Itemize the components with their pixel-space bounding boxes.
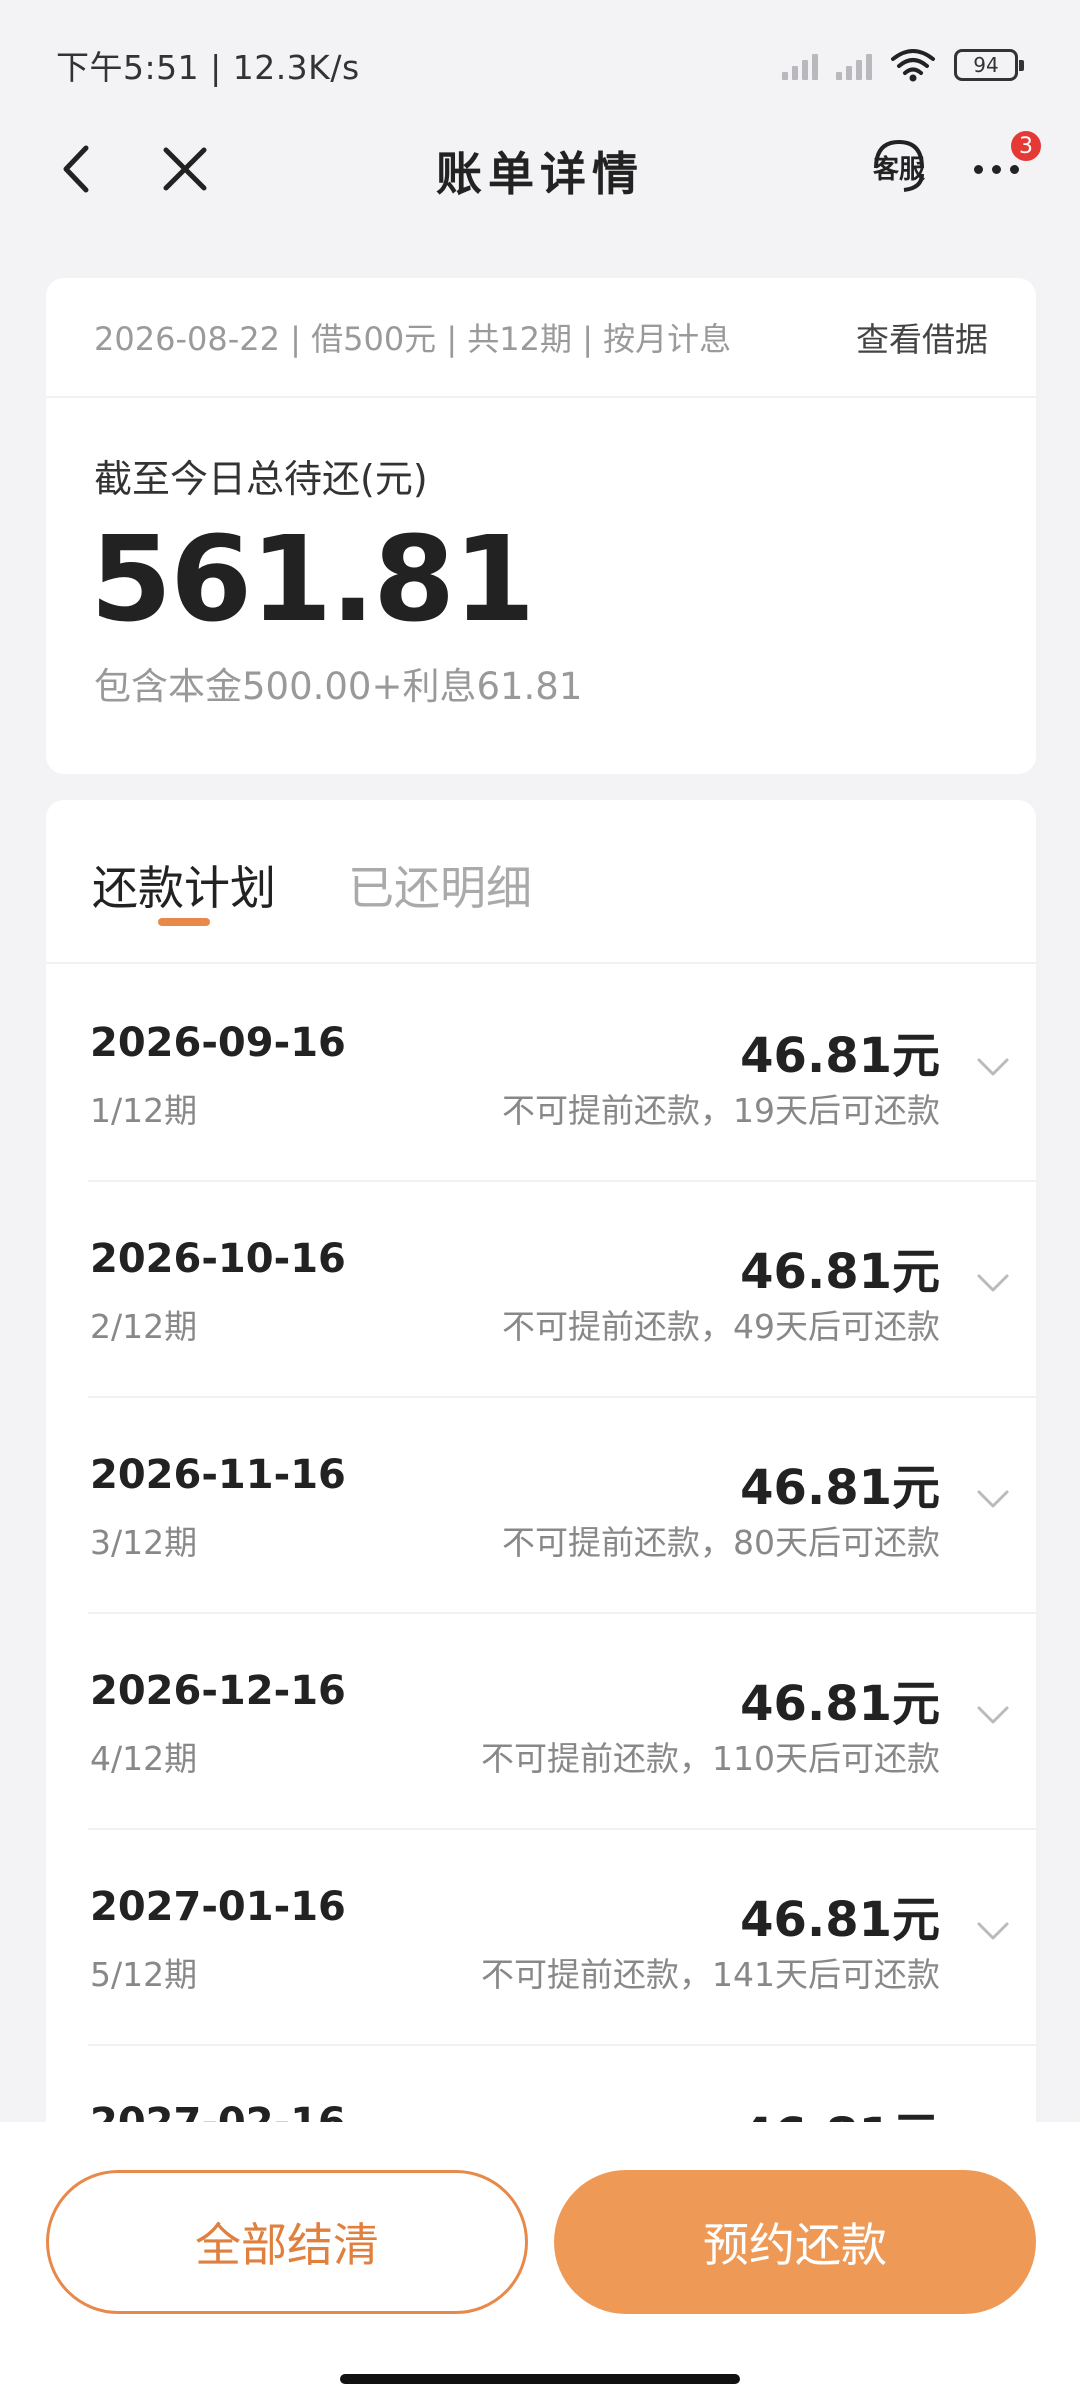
repay-note: 不可提前还款，80天后可还款 [502, 1523, 940, 1562]
due-date: 2027-01-16 [90, 1884, 346, 1930]
settle-all-button[interactable]: 全部结清 [46, 2170, 528, 2314]
total-due-amount: 561.81 [90, 510, 535, 648]
due-date: 2026-11-16 [90, 1452, 346, 1498]
loan-info: 2026-08-22 | 借500元 | 共12期 | 按月计息 [94, 320, 732, 358]
repay-note: 不可提前还款，141天后可还款 [481, 1955, 940, 1994]
home-indicator[interactable] [340, 2374, 740, 2384]
period: 4/12期 [90, 1739, 198, 1778]
tab-paid-details[interactable]: 已还明细 [348, 852, 532, 918]
due-date: 2026-10-16 [90, 1236, 346, 1282]
chevron-down-icon[interactable] [976, 1920, 1010, 1942]
loan-info-row: 2026-08-22 | 借500元 | 共12期 | 按月计息 查看借据 [46, 278, 1036, 398]
active-tab-indicator [158, 918, 210, 926]
plan-row[interactable]: 2026-09-16 1/12期 46.81元 不可提前还款，19天后可还款 [88, 966, 1036, 1182]
status-icons: 94 [782, 48, 1024, 82]
repay-note: 不可提前还款，49天后可还款 [502, 1307, 940, 1346]
period: 2/12期 [90, 1307, 198, 1346]
schedule-repayment-button[interactable]: 预约还款 [554, 2170, 1036, 2314]
period: 3/12期 [90, 1523, 198, 1562]
view-contract-link[interactable]: 查看借据 [856, 313, 988, 361]
tab-bar: 还款计划 已还明细 [46, 800, 1036, 964]
installment-amount: 46.81元 [740, 1676, 940, 1732]
signal-1-icon [782, 50, 818, 80]
chevron-down-icon[interactable] [976, 1272, 1010, 1294]
bottom-action-bar: 全部结清 预约还款 [0, 2122, 1080, 2400]
nav-bar: 账单详情 客服 [0, 118, 1080, 222]
plan-row[interactable]: 2026-10-16 2/12期 46.81元 不可提前还款，49天后可还款 [88, 1182, 1036, 1398]
chevron-down-icon[interactable] [976, 1488, 1010, 1510]
status-time-speed: 下午5:51 | 12.3K/s [56, 48, 360, 87]
chevron-down-icon[interactable] [976, 1056, 1010, 1078]
dot-icon [991, 164, 1001, 174]
due-date: 2026-12-16 [90, 1668, 346, 1714]
total-breakdown: 包含本金500.00+利息61.81 [94, 665, 583, 708]
installment-amount: 46.81元 [740, 1892, 940, 1948]
period: 1/12期 [90, 1091, 198, 1130]
bill-detail-screen: 下午5:51 | 12.3K/s 94 账单详情 客服 3 2026-08-22… [0, 0, 1080, 2400]
period: 5/12期 [90, 1955, 198, 1994]
customer-service-button[interactable]: 客服 [864, 132, 934, 202]
installment-amount: 46.81元 [740, 1460, 940, 1516]
dot-icon [973, 164, 983, 174]
signal-2-icon [836, 50, 872, 80]
repay-note: 不可提前还款，110天后可还款 [481, 1739, 940, 1778]
plan-row[interactable]: 2026-11-16 3/12期 46.81元 不可提前还款，80天后可还款 [88, 1398, 1036, 1614]
installment-amount: 46.81元 [740, 1244, 940, 1300]
tab-repayment-plan[interactable]: 还款计划 [92, 852, 276, 918]
summary-card: 2026-08-22 | 借500元 | 共12期 | 按月计息 查看借据 截至… [46, 278, 1036, 774]
battery-icon: 94 [954, 49, 1024, 81]
customer-service-label: 客服 [872, 154, 925, 185]
due-date: 2026-09-16 [90, 1020, 346, 1066]
total-due-label: 截至今日总待还(元) [94, 457, 428, 501]
chevron-down-icon[interactable] [976, 1704, 1010, 1726]
plan-row[interactable]: 2026-12-16 4/12期 46.81元 不可提前还款，110天后可还款 [88, 1614, 1036, 1830]
dot-icon [1009, 164, 1019, 174]
installment-amount: 46.81元 [740, 1028, 940, 1084]
notification-badge: 3 [1008, 128, 1044, 164]
repay-note: 不可提前还款，19天后可还款 [502, 1091, 940, 1130]
status-bar: 下午5:51 | 12.3K/s 94 [0, 0, 1080, 130]
wifi-icon [891, 49, 935, 82]
plan-row[interactable]: 2027-01-16 5/12期 46.81元 不可提前还款，141天后可还款 [88, 1830, 1036, 2046]
